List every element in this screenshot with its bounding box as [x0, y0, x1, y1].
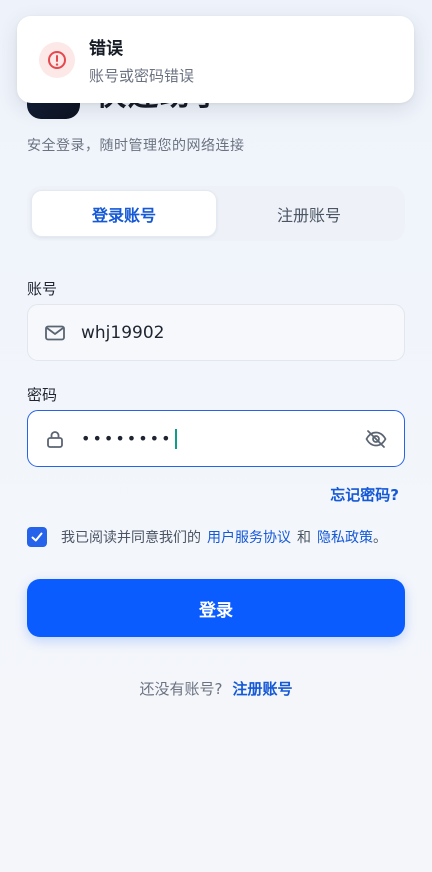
lock-icon — [44, 428, 66, 450]
agreement-checkbox[interactable] — [27, 527, 47, 547]
register-prompt-row: 还没有账号? 注册账号 — [0, 678, 432, 699]
register-link[interactable]: 注册账号 — [232, 678, 292, 699]
error-toast: 错误 账号或密码错误 — [17, 16, 414, 103]
terms-link[interactable]: 用户服务协议 — [207, 527, 291, 547]
tab-register[interactable]: 注册账号 — [217, 190, 401, 237]
error-circle-icon — [39, 41, 75, 78]
tab-login[interactable]: 登录账号 — [31, 190, 217, 237]
account-label: 账号 — [27, 280, 58, 298]
password-value-wrap[interactable]: •••••••• — [81, 428, 364, 449]
login-button[interactable]: 登录 — [27, 579, 405, 637]
login-page: 快连助手 安全登录，随时管理您的网络连接 错误 账号或密码错误 登录账号 注册账… — [0, 0, 432, 872]
app-subtitle: 安全登录，随时管理您的网络连接 — [27, 138, 245, 154]
password-input[interactable]: •••••••• — [27, 410, 405, 467]
password-value[interactable]: •••••••• — [81, 429, 173, 448]
agreement-and: 和 — [297, 530, 311, 546]
check-icon — [31, 532, 43, 542]
eye-off-icon[interactable] — [364, 427, 388, 451]
text-caret — [174, 428, 177, 449]
toast-message: 账号或密码错误 — [89, 66, 195, 85]
password-label: 密码 — [27, 386, 58, 404]
toast-title: 错误 — [89, 38, 123, 59]
auth-tabs: 登录账号 注册账号 — [27, 186, 405, 241]
account-input[interactable]: whj19902 — [27, 304, 405, 361]
privacy-link[interactable]: 隐私政策 — [317, 527, 373, 547]
register-prompt: 还没有账号? — [139, 680, 223, 698]
agreement-row: 我已阅读并同意我们的 用户服务协议 和 隐私政策 。 — [27, 527, 387, 547]
agreement-prefix: 我已阅读并同意我们的 — [61, 530, 201, 546]
mail-icon — [44, 322, 66, 344]
account-value[interactable]: whj19902 — [81, 323, 404, 343]
forgot-password-link[interactable]: 忘记密码? — [330, 484, 399, 505]
agreement-suffix: 。 — [373, 530, 387, 546]
